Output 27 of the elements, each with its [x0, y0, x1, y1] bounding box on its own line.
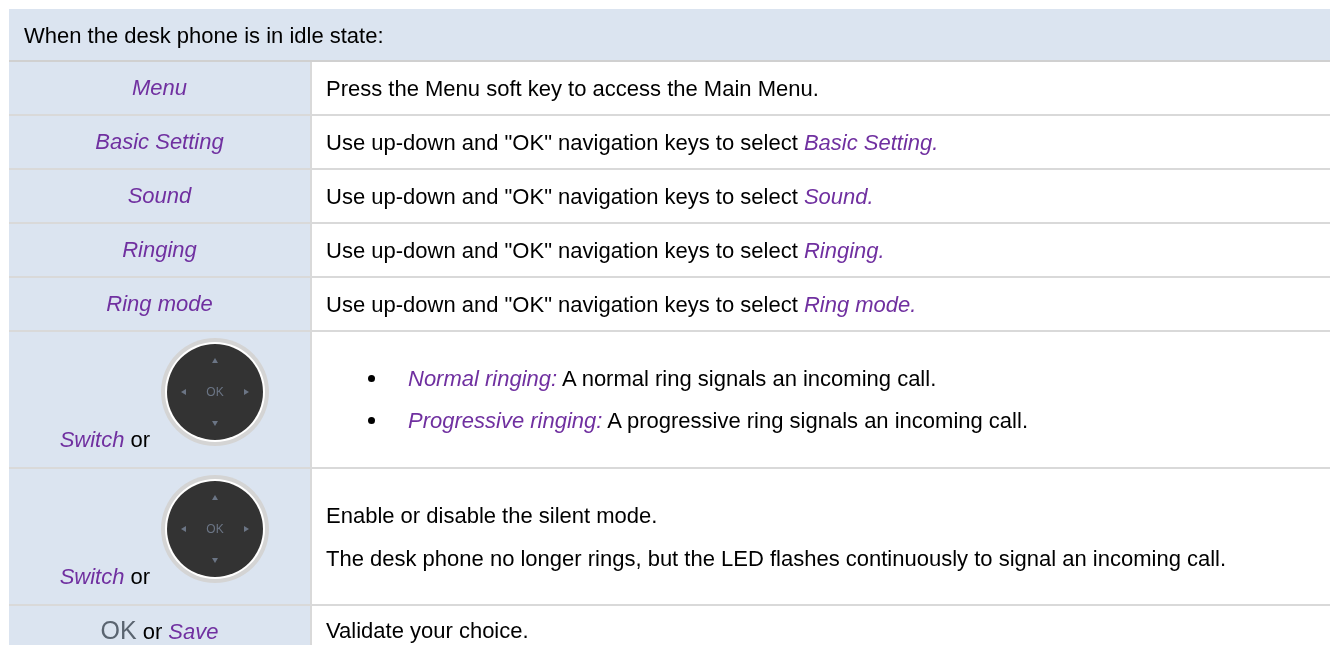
description-text: Press the Menu soft key to access the Main Menu. — [326, 74, 820, 103]
term-label: Ring mode — [106, 291, 213, 317]
term-label: Switch — [59, 427, 125, 453]
joiner-text: or — [130, 564, 150, 590]
term-label: Menu — [131, 75, 187, 101]
description-text: Use up-down and "OK" navigation keys to select Basic Setting. — [326, 128, 940, 157]
joiner-text: or — [130, 427, 150, 453]
term-label: Save — [168, 618, 219, 645]
description-text: Validate your choice. — [326, 616, 530, 645]
term-label: Switch — [59, 564, 125, 590]
bullet-icon — [368, 417, 375, 424]
bullet-icon — [368, 375, 375, 382]
bullet-text: Progressive ringing: A progressive ring signals an incoming call. — [408, 407, 1028, 434]
description-text: The desk phone no longer rings, but the LED flashes continuously to signal an incoming call. — [326, 544, 1228, 573]
table-header: When the desk phone is in idle state: — [9, 9, 1330, 62]
joiner-text: or — [142, 618, 163, 645]
description-text: Enable or disable the silent mode. — [326, 501, 659, 530]
description-text: Use up-down and "OK" navigation keys to select Ringing. — [326, 236, 886, 265]
key-label: OK — [100, 615, 137, 645]
term-label: Ringing — [122, 237, 197, 263]
term-label: Basic Setting — [95, 129, 224, 155]
term-label: Sound — [127, 183, 192, 209]
description-text: Use up-down and "OK" navigation keys to select Ring mode. — [326, 290, 918, 319]
ok-label: OK — [206, 522, 224, 536]
ok-label: OK — [206, 385, 224, 399]
description-text: Use up-down and "OK" navigation keys to select Sound. — [326, 182, 875, 211]
bullet-text: Normal ringing: A normal ring signals an incoming call. — [408, 365, 937, 392]
